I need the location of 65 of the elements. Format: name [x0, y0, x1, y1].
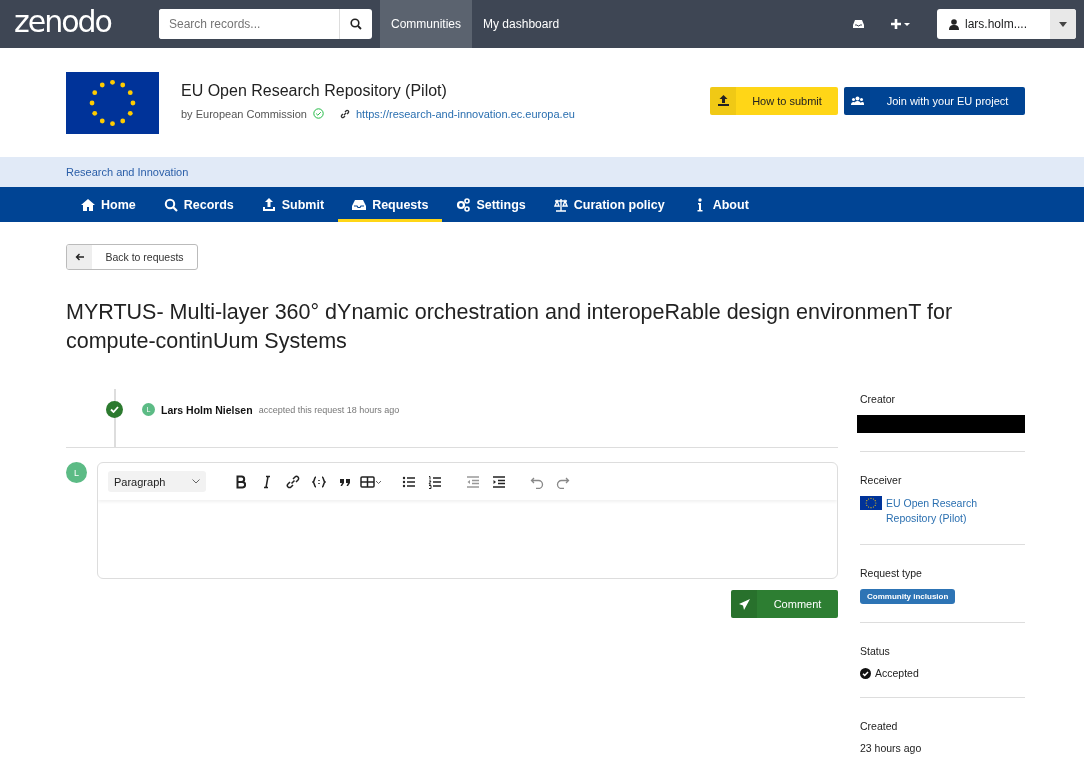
request-type-label: Community inclusion: [860, 589, 956, 604]
event-text: accepted this request 18 hours ago: [258, 404, 400, 415]
community-title: EU Open Research Repository (Pilot): [181, 81, 448, 100]
gears-icon: [456, 197, 471, 212]
receiver-link[interactable]: EU Open Research Repository (Pilot): [886, 496, 1025, 526]
website-link[interactable]: https://research-and-innovation.ec.europa.eu: [355, 107, 575, 120]
created-time: 23 hours ago: [860, 742, 923, 754]
comment-editor[interactable]: Paragraph: [97, 462, 838, 579]
author-name[interactable]: Lars Holm Nielsen: [161, 403, 253, 416]
upload-icon: [261, 197, 276, 212]
nav-tab[interactable]: Records: [149, 187, 248, 222]
upload-icon: [717, 95, 729, 106]
breadcrumb-link[interactable]: Research and Innovation: [66, 166, 189, 178]
nav-link[interactable]: My dashboard: [472, 0, 571, 48]
community-button[interactable]: Join with your EU project: [844, 86, 1025, 115]
community-owner: by European Commission: [181, 107, 307, 120]
nav-tab[interactable]: Settings: [442, 187, 540, 222]
search-icon: [163, 197, 178, 212]
search-icon: [350, 18, 362, 30]
code-icon: [312, 474, 326, 489]
search-field[interactable]: Search records...: [159, 9, 372, 39]
user-icon: [949, 18, 959, 30]
community-button[interactable]: How to submit: [710, 86, 838, 115]
numbered-list-icon: [428, 474, 442, 489]
nav-tab[interactable]: About: [678, 187, 763, 222]
logo[interactable]: zenodo: [14, 3, 159, 39]
section-label: Receiver: [860, 474, 903, 486]
back-button[interactable]: Back to requests: [66, 244, 198, 270]
home-icon: [81, 197, 95, 212]
nav-tab[interactable]: Requests: [338, 187, 443, 222]
send-icon: [738, 598, 750, 610]
link-icon: [339, 108, 350, 119]
inbox-icon: [352, 197, 367, 212]
arrow-left-icon: [75, 253, 84, 261]
request-title: MYRTUS- Multi-layer 360° dYnamic orchestration and interopeRable design environmenT for compute-continUum Systems: [66, 299, 954, 355]
table-icon: [360, 474, 382, 489]
caret-icon[interactable]: [1059, 21, 1067, 27]
section-label: Creator: [860, 393, 896, 405]
nav-link[interactable]: Communities: [380, 0, 473, 48]
section-label: Status: [860, 645, 891, 657]
section-label: Created: [860, 720, 899, 732]
section-label: Request type: [860, 567, 923, 579]
scale-icon: [553, 197, 568, 212]
check-circle-icon: [860, 667, 871, 679]
status-text: Accepted: [875, 667, 919, 679]
accepted-icon: [106, 401, 123, 418]
link-icon: [286, 474, 300, 489]
bold-icon: [236, 474, 246, 489]
comment-button[interactable]: Comment: [731, 590, 838, 618]
users-icon: [850, 96, 864, 105]
nav-tab[interactable]: Home: [67, 187, 150, 222]
format-dropdown[interactable]: Paragraph: [108, 471, 206, 492]
user-menu[interactable]: lars.holm....: [937, 9, 1076, 39]
nav-tab[interactable]: Submit: [247, 187, 339, 222]
inbox-icon[interactable]: [852, 19, 865, 29]
plus-dropdown-icon[interactable]: [891, 18, 911, 30]
chevron-icon: [192, 479, 200, 484]
outdent-icon: [466, 474, 480, 489]
nav-tab[interactable]: Curation policy: [539, 187, 679, 222]
avatar: L: [66, 462, 87, 483]
flag-logo: [860, 496, 882, 510]
user-name: lars.holm....: [965, 17, 1027, 31]
bullet-list-icon: [402, 474, 416, 489]
italic-icon: [263, 474, 271, 489]
indent-icon: [492, 474, 506, 489]
